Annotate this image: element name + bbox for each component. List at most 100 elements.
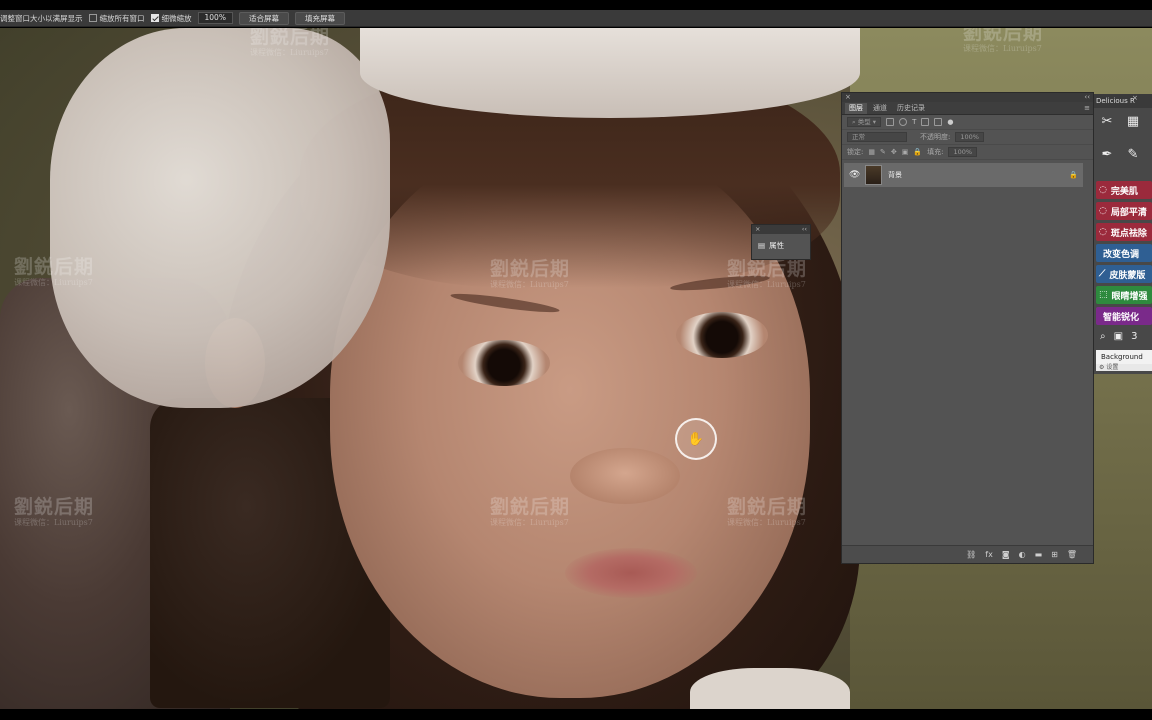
tab-history[interactable]: 历史记录 (893, 103, 929, 114)
action-eye-enhance[interactable]: ⬚ 眼睛增强 (1096, 286, 1152, 304)
trash-icon[interactable]: 🗑 (1067, 550, 1077, 559)
delicious-retouch-panel[interactable]: Delicious R ✂ ▦ ✒ ✎ ◌ 完美肌 ◌ 局部平清 ◌ 斑点祛除 改变色… (1093, 94, 1152, 374)
action-perfect-skin[interactable]: ◌ 完美肌 (1096, 181, 1152, 199)
zoom-all-option[interactable]: 缩放所有窗口 (88, 13, 145, 24)
collapse-icon[interactable]: ‹‹ (1084, 93, 1090, 102)
resize-windows-option[interactable]: 调整窗口大小以满屏显示 (0, 13, 83, 24)
scrubby-zoom-option[interactable]: 细微缩放 (150, 13, 192, 24)
three-icon[interactable]: 3 (1131, 331, 1137, 342)
photo-left-eye (458, 340, 550, 386)
layers-panel-tabs: 图层 通道 历史记录 ≡ (842, 102, 1093, 115)
filter-pixel-icon[interactable] (886, 118, 895, 126)
filter-shape-icon[interactable] (921, 118, 930, 126)
delicious-tools: ✂ ▦ ✒ ✎ (1094, 108, 1152, 178)
layers-panel[interactable]: × ‹‹ 图层 通道 历史记录 ≡ ⌕ 类型 ▾ T ● 正常 不透明度: 100… (841, 92, 1094, 564)
photo-right-eye (676, 312, 768, 358)
tab-layers[interactable]: 图层 (845, 103, 867, 114)
fx-icon[interactable]: fx (985, 550, 993, 559)
scissors-tool-icon[interactable]: ✂ (1096, 112, 1118, 130)
bottom-letterbox (0, 709, 1152, 720)
panel-menu-icon[interactable]: ≡ (1084, 104, 1090, 112)
zoom-all-checkbox[interactable] (88, 14, 97, 22)
delicious-bottom-tools: ⌕ ▣ 3 (1094, 325, 1152, 348)
photo-mouth (565, 548, 697, 598)
blend-row: 正常 不透明度: 100% (842, 130, 1093, 145)
layers-panel-footer: ⛓ fx ◙ ◐ ▬ ⊞ 🗑 (842, 545, 1093, 563)
settings-icon: ⚙ (1099, 364, 1105, 371)
filter-type-select[interactable]: ⌕ 类型 ▾ (847, 117, 882, 127)
layer-icon[interactable]: ▣ (1114, 331, 1123, 342)
close-icon[interactable]: × (755, 225, 760, 234)
filter-type-icon[interactable]: T (912, 118, 916, 126)
photo-lace-scarf-top (360, 28, 860, 118)
filter-toggle-icon[interactable]: ● (947, 118, 953, 126)
scrubby-zoom-label: 细微缩放 (161, 13, 192, 23)
lock-artboard-icon[interactable]: ▣ (902, 148, 909, 156)
opacity-field[interactable]: 100% (955, 132, 984, 142)
fill-field[interactable]: 100% (948, 147, 978, 157)
filter-smart-object-icon[interactable] (934, 118, 943, 126)
visibility-eye-icon[interactable]: 👁 (849, 170, 860, 180)
brush-tool-icon[interactable]: ✎ (1122, 145, 1144, 163)
layers-panel-header: × ‹‹ (842, 93, 1093, 102)
grid-tool-icon[interactable]: ▦ (1122, 112, 1144, 130)
mask-icon[interactable]: ◙ (1002, 550, 1010, 559)
lock-icon: 🔒 (1069, 171, 1078, 179)
photo-lace-collar (690, 668, 850, 709)
photo-lace-scarf (50, 28, 390, 408)
layer-row-background[interactable]: 👁 背景 🔒 (844, 163, 1083, 187)
action-spot-removal[interactable]: ◌ 斑点祛除 (1096, 223, 1152, 241)
close-icon[interactable]: × (1132, 94, 1138, 102)
zoom-value-field[interactable]: 100% (197, 12, 233, 24)
scrubby-zoom-checkbox[interactable] (150, 14, 159, 22)
filter-adjustment-icon[interactable] (899, 118, 908, 126)
action-local-smooth[interactable]: ◌ 局部平清 (1096, 202, 1152, 220)
watermark: 劉鋭后期课程微信：Liuruips7 (727, 258, 808, 289)
watermark: 劉鋭后期课程微信：Liuruips7 (14, 496, 95, 527)
watermark: 劉鋭后期课程微信：Liuruips7 (963, 28, 1044, 53)
settings-label[interactable]: ⚙ 设置 (1096, 364, 1152, 371)
background-layer-label: Background (1096, 350, 1152, 364)
options-bar: 调整窗口大小以满屏显示 缩放所有窗口 细微缩放 100% 适合屏幕 填充屏幕 (0, 10, 1152, 27)
fit-screen-button[interactable]: 适合屏幕 (238, 11, 289, 25)
properties-panel-header: × ‹‹ (752, 225, 810, 234)
photo-nose (570, 448, 680, 504)
action-smart-sharpen[interactable]: 智能锐化 (1096, 307, 1152, 325)
action-skin-mask[interactable]: ⟋ 皮肤蒙版 (1096, 265, 1152, 283)
fill-screen-button[interactable]: 填充屏幕 (294, 11, 345, 25)
tab-channels[interactable]: 通道 (869, 103, 891, 114)
properties-label: 属性 (769, 241, 785, 250)
resize-windows-label: 调整窗口大小以满屏显示 (0, 13, 83, 23)
delicious-panel-title: Delicious R (1094, 94, 1152, 108)
blend-mode-select[interactable]: 正常 (847, 132, 907, 142)
zoom-icon[interactable]: ⌕ (1100, 331, 1106, 342)
adjustment-icon[interactable]: ◐ (1019, 550, 1026, 559)
watermark: 劉鋭后期课程微信：Liuruips7 (250, 28, 331, 57)
collapse-icon[interactable]: ‹‹ (802, 225, 807, 234)
watermark: 劉鋭后期课程微信：Liuruips7 (490, 258, 571, 289)
layer-filter-row: ⌕ 类型 ▾ T ● (842, 115, 1093, 130)
properties-icon: ▤ (758, 241, 766, 250)
wand-icon: ⟋ (1099, 269, 1106, 279)
lock-all-icon[interactable]: 🔒 (913, 148, 922, 156)
lock-brush-icon[interactable]: ✎ (880, 148, 886, 156)
properties-panel[interactable]: × ‹‹ ▤ 属性 (751, 224, 811, 260)
lock-move-icon[interactable]: ✥ (891, 148, 897, 156)
folder-icon[interactable]: ▬ (1035, 550, 1043, 559)
watermark: 劉鋭后期课程微信：Liuruips7 (727, 496, 808, 527)
speech-bubble-icon: ◌ (1099, 227, 1107, 237)
lock-label: 锁定: (847, 148, 864, 156)
watermark: 劉鋭后期课程微信：Liuruips7 (14, 256, 95, 287)
fill-label: 填充: (927, 148, 944, 156)
close-icon[interactable]: × (845, 93, 851, 102)
link-icon[interactable]: ⛓ (966, 550, 976, 559)
action-change-tone[interactable]: 改变色调 (1096, 244, 1152, 262)
layer-thumbnail (865, 165, 882, 185)
eyedropper-tool-icon[interactable]: ✒ (1096, 145, 1118, 163)
new-layer-icon[interactable]: ⊞ (1051, 550, 1058, 559)
lock-transparent-icon[interactable]: ▦ (868, 148, 875, 156)
lock-row: 锁定: ▦ ✎ ✥ ▣ 🔒 填充: 100% (842, 145, 1093, 160)
opacity-label: 不透明度: (920, 133, 951, 141)
hand-tool-cursor-icon: ✋ (675, 418, 717, 460)
watermark: 劉鋭后期课程微信：Liuruips7 (490, 496, 571, 527)
